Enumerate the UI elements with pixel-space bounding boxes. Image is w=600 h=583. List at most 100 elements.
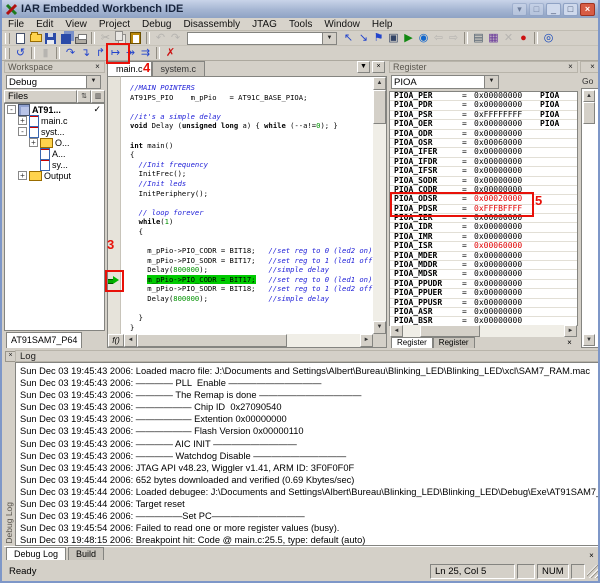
print-icon[interactable]	[73, 31, 88, 45]
editor-vscrollbar[interactable]: ▲ ▼	[373, 77, 386, 334]
editor-tab-system[interactable]: system.c	[152, 61, 206, 76]
maximize-button[interactable]: □	[563, 3, 578, 16]
code-area[interactable]: //MAIN POINTERSAT91PS_PIO m_pPio = AT91C…	[122, 77, 373, 334]
tree-item-a-[interactable]: A...	[5, 148, 104, 159]
editor-tab-list-icon[interactable]: ▼	[357, 61, 370, 73]
dropdown-arrow-icon[interactable]: ▼	[322, 33, 336, 44]
register-value: 0x00000000	[474, 186, 536, 194]
resize-grip[interactable]	[587, 565, 600, 578]
log-body[interactable]: Sun Dec 03 19:45:43 2006: Loaded macro f…	[15, 362, 600, 546]
files-column-build-icon[interactable]: ⇅	[77, 90, 91, 103]
menu-tools[interactable]: Tools	[283, 19, 318, 30]
paste-icon[interactable]	[128, 31, 143, 45]
tree-item-output[interactable]: + Output	[5, 170, 104, 181]
menu-project[interactable]: Project	[93, 19, 136, 30]
scroll-right-icon[interactable]: ►	[360, 334, 373, 347]
function-list-button[interactable]: f()	[108, 334, 124, 347]
menu-view[interactable]: View	[59, 19, 93, 30]
menu-help[interactable]: Help	[366, 19, 399, 30]
register-name: PIOA_PDR	[390, 101, 462, 109]
register-group-selector[interactable]: PIOA ▼	[391, 75, 499, 89]
tree-item-at91-[interactable]: -AT91...✓	[5, 104, 104, 115]
code-line: //Init frequency	[130, 160, 373, 170]
toggle-breakpoint-icon[interactable]: ●	[516, 31, 531, 45]
expand-icon[interactable]: +	[29, 138, 38, 147]
register-value: 0x00000000	[474, 177, 536, 185]
save-icon[interactable]	[43, 31, 58, 45]
register-value: 0x00020000	[474, 195, 536, 203]
compile-icon[interactable]: ▶	[401, 31, 416, 45]
autostep-icon[interactable]: ⇉	[138, 46, 153, 60]
collapse-icon[interactable]: -	[7, 105, 16, 114]
tab-debug-log[interactable]: Debug Log	[6, 547, 66, 561]
register-table: PIOA_PER=0x00000000PIOAPIOA_PDR=0x000000…	[389, 91, 578, 326]
scroll-left-icon[interactable]: ◄	[390, 325, 403, 337]
compare-files-icon[interactable]: ▤	[471, 31, 486, 45]
register-name: PIOA_MDER	[390, 252, 462, 260]
make-icon[interactable]: ◉	[416, 31, 431, 45]
editor-close-icon[interactable]: ×	[372, 61, 385, 73]
editor-window-icon[interactable]: ▣	[386, 31, 401, 45]
register-tab-1[interactable]: Register	[391, 337, 433, 348]
editor-hscrollbar[interactable]: ◄ ►	[124, 334, 373, 347]
step-into-icon[interactable]: ↴	[78, 46, 93, 60]
step-over-icon[interactable]: ↷	[63, 46, 78, 60]
menu-file[interactable]: File	[2, 19, 30, 30]
dropdown-arrow-icon[interactable]: ▼	[484, 76, 498, 88]
expand-icon[interactable]: +	[18, 116, 27, 125]
toggle-bookmark-icon[interactable]: ⚑	[371, 31, 386, 45]
stop-debugger-icon[interactable]: ✗	[163, 46, 178, 60]
debug-icon[interactable]: ◎	[541, 31, 556, 45]
dropdown-arrow-icon[interactable]: ▼	[86, 76, 100, 88]
open-file-icon[interactable]	[28, 31, 43, 45]
file-icon	[29, 126, 39, 138]
target-selector[interactable]: Debug ▼	[6, 75, 101, 89]
menu-edit[interactable]: Edit	[30, 19, 59, 30]
code-line: {	[130, 150, 373, 160]
go-icon[interactable]: ↠	[123, 46, 138, 60]
expand-icon[interactable]: +	[18, 171, 27, 180]
scroll-up-icon[interactable]: ▲	[583, 90, 595, 102]
scroll-right-icon[interactable]: ►	[564, 325, 577, 337]
scroll-up-icon[interactable]: ▲	[373, 77, 386, 90]
next-statement-icon[interactable]: ↦	[108, 46, 123, 60]
menu-disassembly[interactable]: Disassembly	[177, 19, 246, 30]
app-logo-icon	[5, 3, 18, 16]
find-icon[interactable]: ↖	[341, 31, 356, 45]
files-header-label[interactable]: Files	[4, 90, 77, 103]
editor-gutter[interactable]	[107, 76, 121, 335]
register-close-icon[interactable]: ×	[564, 61, 577, 73]
batch-build-icon[interactable]: ▦	[486, 31, 501, 45]
files-column-output-icon[interactable]: ▥	[91, 90, 105, 103]
close-button[interactable]: ×	[580, 3, 595, 16]
log-line: Sun Dec 03 19:45:44 2006: 652 bytes down…	[20, 474, 599, 486]
register-hscrollbar[interactable]: ◄ ►	[390, 325, 577, 337]
files-header: Files ⇅ ▥	[4, 90, 105, 103]
collapse-icon[interactable]: -	[18, 127, 27, 136]
side-panel-close-icon[interactable]: ×	[586, 61, 599, 73]
scroll-left-icon[interactable]: ◄	[124, 334, 137, 347]
find-next-icon[interactable]: ↘	[356, 31, 371, 45]
tab-build[interactable]: Build	[68, 547, 104, 561]
register-tabs-close-icon[interactable]: ×	[564, 338, 575, 348]
save-all-icon[interactable]	[58, 31, 73, 45]
tree-item-sy-[interactable]: sy...	[5, 159, 104, 170]
scroll-down-icon[interactable]: ▼	[583, 334, 595, 346]
workspace-close-icon[interactable]: ×	[91, 61, 104, 73]
workspace-tab-project[interactable]: AT91SAM7_P64	[6, 332, 82, 348]
menu-window[interactable]: Window	[318, 19, 366, 30]
tree-item-label: Output	[44, 171, 71, 181]
new-document-icon[interactable]	[13, 31, 28, 45]
menu-debug[interactable]: Debug	[136, 19, 177, 30]
tree-item-main-c[interactable]: +main.c	[5, 115, 104, 126]
register-tab-2[interactable]: Register	[433, 337, 475, 348]
tree-item-syst-[interactable]: -syst...	[5, 126, 104, 137]
toolbar-find-combobox[interactable]: ▼	[187, 32, 337, 45]
debug-toolbar: ↺▮↷↴↱↦↠⇉✗	[2, 46, 598, 61]
minimize-button[interactable]: _	[546, 3, 561, 16]
reset-icon[interactable]: ↺	[13, 46, 28, 60]
scroll-down-icon[interactable]: ▼	[373, 321, 386, 334]
menu-jtag[interactable]: JTAG	[246, 19, 283, 30]
tree-item-o-[interactable]: +O...	[5, 137, 104, 148]
step-out-icon[interactable]: ↱	[93, 46, 108, 60]
